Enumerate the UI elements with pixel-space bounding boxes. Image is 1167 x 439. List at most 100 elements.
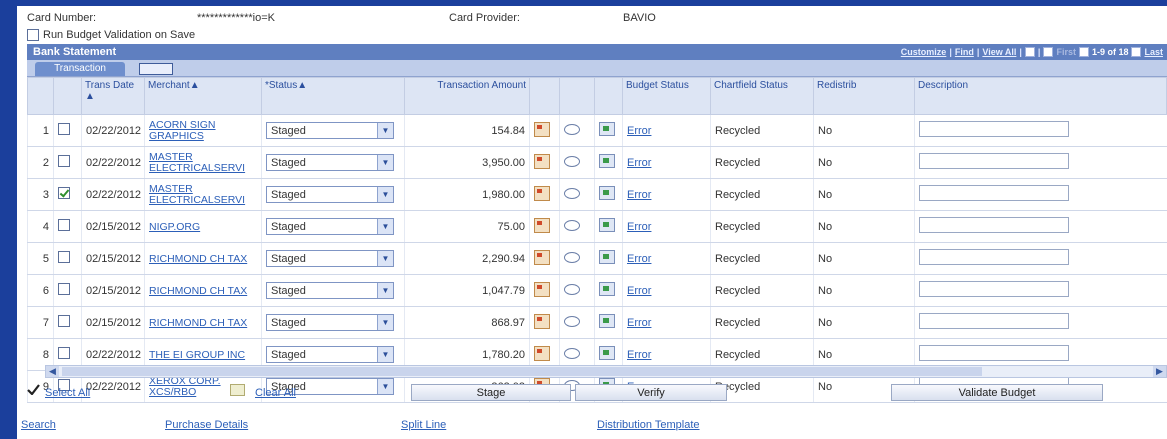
merchant-link[interactable]: MASTER ELECTRICALSERVI [149, 151, 257, 174]
chevron-down-icon[interactable]: ▼ [377, 155, 393, 170]
description-input[interactable] [919, 345, 1069, 361]
chartfield-status-header[interactable]: Chartfield Status [714, 80, 788, 91]
chevron-down-icon[interactable]: ▼ [377, 283, 393, 298]
status-select[interactable]: Staged ▼ [266, 346, 394, 363]
grid-zoom-icon[interactable] [1043, 47, 1054, 57]
search-link[interactable]: Search [21, 419, 56, 431]
previous-icon[interactable] [1078, 47, 1089, 57]
amount-header[interactable]: Transaction Amount [437, 80, 526, 91]
distribution-icon[interactable] [599, 346, 615, 360]
merchant-link[interactable]: NIGP.ORG [149, 221, 200, 233]
budget-status-link[interactable]: Error [627, 317, 651, 329]
comment-icon[interactable] [564, 283, 580, 295]
status-header[interactable]: *Status [265, 80, 297, 91]
scroll-right-icon[interactable]: ▶ [1153, 366, 1166, 377]
budget-status-link[interactable]: Error [627, 125, 651, 137]
comment-icon[interactable] [564, 315, 580, 327]
download-icon[interactable] [1024, 47, 1035, 57]
col-chartfield-status[interactable]: Chartfield Status [710, 77, 814, 115]
row-select-checkbox[interactable] [58, 155, 70, 167]
col-redistrib[interactable]: Redistrib [813, 77, 915, 115]
next-icon[interactable] [1131, 47, 1142, 57]
row-select-checkbox[interactable] [58, 315, 70, 327]
purchase-details-link[interactable]: Purchase Details [165, 419, 248, 431]
status-select[interactable]: Staged ▼ [266, 218, 394, 235]
comment-icon[interactable] [564, 347, 580, 359]
merchant-link[interactable]: MASTER ELECTRICALSERVI [149, 183, 257, 206]
receipt-icon[interactable] [534, 313, 550, 329]
col-amount[interactable]: Transaction Amount [404, 77, 530, 115]
row-select-checkbox[interactable] [58, 219, 70, 231]
comment-icon[interactable] [564, 187, 580, 199]
description-input[interactable] [919, 153, 1069, 169]
verify-button[interactable]: Verify [575, 384, 727, 401]
distribution-icon[interactable] [599, 154, 615, 168]
merchant-link[interactable]: RICHMOND CH TAX [149, 317, 247, 329]
description-input[interactable] [919, 185, 1069, 201]
col-status[interactable]: *Status▲ [261, 77, 405, 115]
comment-icon[interactable] [564, 251, 580, 263]
clear-all-link[interactable]: Clear All [255, 387, 296, 399]
receipt-icon[interactable] [534, 153, 550, 169]
merchant-link[interactable]: THE EI GROUP INC [149, 349, 245, 361]
row-select-checkbox[interactable] [58, 283, 70, 295]
budget-status-link[interactable]: Error [627, 221, 651, 233]
merchant-link[interactable]: ACORN SIGN GRAPHICS [149, 119, 257, 142]
tab-transaction[interactable]: Transaction [35, 62, 125, 76]
distribution-template-link[interactable]: Distribution Template [597, 419, 700, 431]
row-select-checkbox[interactable] [58, 187, 70, 199]
chevron-down-icon[interactable]: ▼ [377, 219, 393, 234]
distribution-icon[interactable] [599, 282, 615, 296]
split-line-link[interactable]: Split Line [401, 419, 446, 431]
description-input[interactable] [919, 249, 1069, 265]
budget-status-link[interactable]: Error [627, 285, 651, 297]
first-link[interactable]: First [1056, 47, 1076, 57]
budget-status-link[interactable]: Error [627, 189, 651, 201]
budget-status-link[interactable]: Error [627, 349, 651, 361]
horizontal-scrollbar[interactable]: ◀ ▶ [45, 365, 1167, 378]
chevron-down-icon[interactable]: ▼ [377, 315, 393, 330]
merchant-header[interactable]: Merchant [148, 80, 190, 91]
chevron-down-icon[interactable]: ▼ [377, 347, 393, 362]
status-select[interactable]: Staged ▼ [266, 186, 394, 203]
status-select[interactable]: Staged ▼ [266, 250, 394, 267]
customize-link[interactable]: Customize [901, 47, 947, 57]
chevron-down-icon[interactable]: ▼ [377, 123, 393, 138]
col-budget-status[interactable]: Budget Status [622, 77, 711, 115]
budget-status-header[interactable]: Budget Status [626, 80, 689, 91]
validate-budget-button[interactable]: Validate Budget [891, 384, 1103, 401]
distribution-icon[interactable] [599, 186, 615, 200]
distribution-icon[interactable] [599, 250, 615, 264]
run-budget-checkbox[interactable] [27, 29, 39, 41]
comment-icon[interactable] [564, 123, 580, 135]
description-input[interactable] [919, 281, 1069, 297]
status-select[interactable]: Staged ▼ [266, 122, 394, 139]
chevron-down-icon[interactable]: ▼ [377, 187, 393, 202]
merchant-link[interactable]: RICHMOND CH TAX [149, 253, 247, 265]
receipt-icon[interactable] [534, 249, 550, 265]
receipt-icon[interactable] [534, 281, 550, 297]
stage-button[interactable]: Stage [411, 384, 571, 401]
receipt-icon[interactable] [534, 217, 550, 233]
view-all-link[interactable]: View All [982, 47, 1016, 57]
clear-all-icon[interactable] [230, 384, 245, 396]
status-select[interactable]: Staged ▼ [266, 314, 394, 331]
distribution-icon[interactable] [599, 314, 615, 328]
row-select-checkbox[interactable] [58, 347, 70, 359]
receipt-icon[interactable] [534, 345, 550, 361]
scroll-left-icon[interactable]: ◀ [46, 366, 59, 377]
row-select-checkbox[interactable] [58, 251, 70, 263]
budget-status-link[interactable]: Error [627, 253, 651, 265]
select-all-link[interactable]: Select All [45, 387, 90, 399]
chevron-down-icon[interactable]: ▼ [377, 251, 393, 266]
distribution-icon[interactable] [599, 218, 615, 232]
col-merchant[interactable]: Merchant▲ [144, 77, 262, 115]
status-select[interactable]: Staged ▼ [266, 154, 394, 171]
budget-status-link[interactable]: Error [627, 157, 651, 169]
redistrib-header[interactable]: Redistrib [817, 80, 856, 91]
last-link[interactable]: Last [1144, 47, 1163, 57]
description-input[interactable] [919, 313, 1069, 329]
description-input[interactable] [919, 217, 1069, 233]
receipt-icon[interactable] [534, 185, 550, 201]
find-link[interactable]: Find [955, 47, 974, 57]
